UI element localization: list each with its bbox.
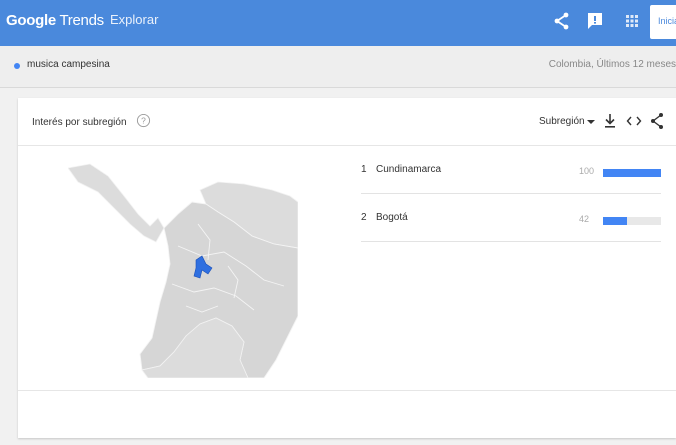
rank-number: 2 [361, 212, 367, 223]
region-name: Bogotá [376, 212, 408, 223]
rank-number: 1 [361, 164, 367, 175]
value-bar-fill [603, 217, 628, 225]
google-trends-logo[interactable]: Google Trends [6, 12, 104, 29]
explore-link[interactable]: Explorar [110, 12, 158, 27]
list-item[interactable]: 2 Bogotá 42 [361, 194, 661, 242]
download-icon[interactable] [603, 113, 617, 129]
value-bar-track [603, 169, 661, 177]
card-footer [18, 390, 676, 438]
value-bar-fill [603, 169, 661, 177]
region-value: 42 [579, 214, 590, 224]
list-item[interactable]: 1 Cundinamarca 100 [361, 146, 661, 194]
embed-icon[interactable] [626, 114, 642, 128]
brand-trends: Trends [59, 12, 104, 29]
brand-google: Google [6, 12, 56, 29]
search-term[interactable]: musica campesina [27, 59, 110, 70]
region-value: 100 [579, 166, 595, 176]
value-bar-track [603, 217, 661, 225]
feedback-icon[interactable] [584, 10, 606, 32]
card-header: Interés por subregión ? Subregión [18, 98, 676, 146]
sign-in-button[interactable]: Inicia [650, 5, 676, 39]
top-app-bar: Google Trends Explorar Inicia [0, 0, 676, 46]
chevron-down-icon[interactable] [586, 117, 596, 127]
apps-grid-icon[interactable] [621, 10, 643, 32]
region-name: Cundinamarca [376, 164, 442, 175]
scope-filter[interactable]: Colombia, Últimos 12 meses [549, 59, 676, 70]
svg-text:?: ? [141, 116, 146, 126]
query-bar: musica campesina Colombia, Últimos 12 me… [0, 46, 676, 88]
central-america-shape [68, 163, 165, 243]
share-icon[interactable] [650, 112, 664, 130]
help-circle-icon[interactable]: ? [136, 113, 151, 128]
card-title: Interés por subregión [32, 117, 127, 128]
interest-by-subregion-card: Interés por subregión ? Subregión 1 Cund… [18, 98, 676, 438]
series-color-dot [14, 63, 20, 69]
resolution-selector[interactable]: Subregión [539, 116, 585, 127]
share-icon[interactable] [551, 10, 573, 32]
colombia-region-map[interactable] [68, 156, 298, 378]
